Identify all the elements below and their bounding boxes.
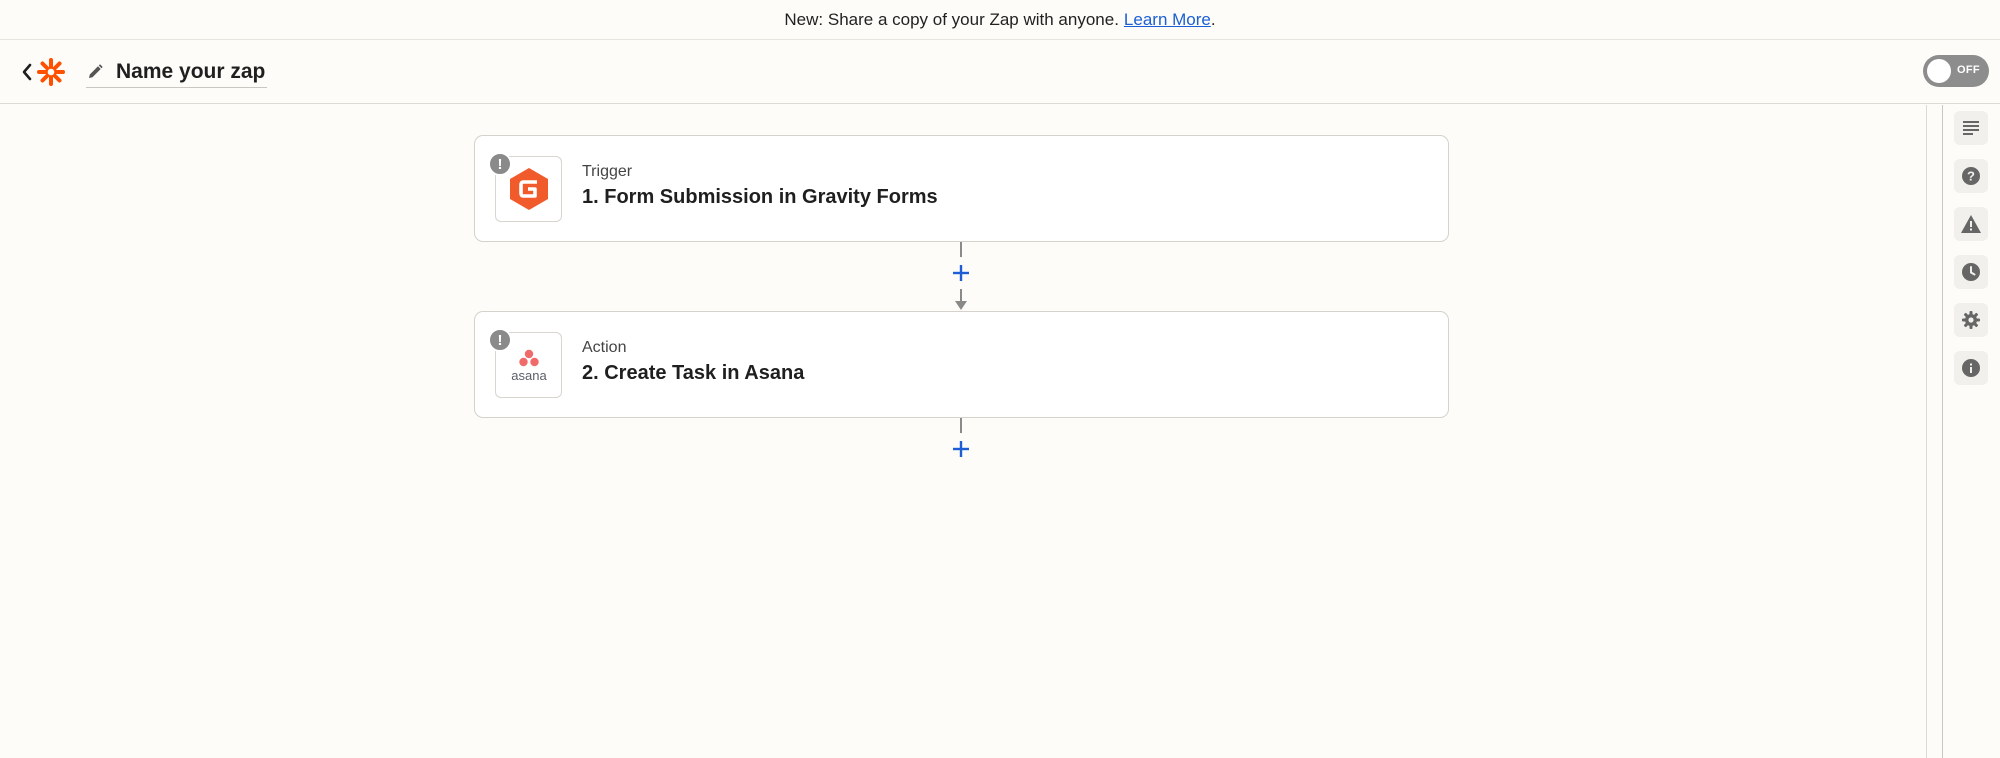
canvas-divider <box>1926 105 1927 758</box>
settings-button[interactable] <box>1954 303 1988 337</box>
chevron-left-icon <box>22 63 32 81</box>
pencil-icon <box>86 62 106 82</box>
help-icon: ? <box>1962 167 1980 185</box>
history-button[interactable] <box>1954 255 1988 289</box>
learn-more-link[interactable]: Learn More <box>1124 10 1211 30</box>
plus-icon <box>953 265 969 281</box>
outline-icon <box>1963 121 1979 135</box>
step-card-trigger[interactable]: ! Trigger 1. Form Submission in Gravity … <box>474 135 1449 242</box>
banner-suffix: . <box>1210 9 1216 29</box>
details-button[interactable] <box>1954 351 1988 385</box>
arrow-down-icon <box>955 301 967 310</box>
warning-badge: ! <box>488 328 512 352</box>
zap-canvas: ! Trigger 1. Form Submission in Gravity … <box>0 105 1926 758</box>
announcement-banner: New: Share a copy of your Zap with anyon… <box>0 0 2000 40</box>
help-button[interactable]: ? <box>1954 159 1988 193</box>
sidebar-divider <box>1942 105 1943 758</box>
alerts-button[interactable] <box>1954 207 1988 241</box>
back-button[interactable] <box>16 60 38 84</box>
asana-logo-icon: asana <box>511 349 547 383</box>
gravity-forms-logo-icon <box>509 168 548 210</box>
step-kind-label: Action <box>582 339 627 356</box>
zapier-asterisk-icon <box>37 58 65 86</box>
zap-on-off-toggle[interactable]: OFF <box>1923 55 1989 87</box>
step-card-action[interactable]: asana ! Action 2. Create Task in Asana <box>474 311 1449 418</box>
step-title: 1. Form Submission in Gravity Forms <box>582 186 938 208</box>
svg-text:?: ? <box>1967 169 1975 184</box>
zap-name-text: Name your zap <box>116 59 266 83</box>
warning-badge: ! <box>488 152 512 176</box>
toggle-knob <box>1927 59 1951 83</box>
alert-icon <box>1961 215 1981 233</box>
banner-text: New: Share a copy of your Zap with anyon… <box>784 9 1119 29</box>
add-step-button[interactable] <box>945 433 977 465</box>
zapier-logo[interactable] <box>37 58 65 86</box>
history-icon <box>1962 263 1980 281</box>
toggle-label: OFF <box>1957 64 1980 76</box>
info-icon <box>1962 359 1980 377</box>
step-title: 2. Create Task in Asana <box>582 362 805 384</box>
zap-name-field[interactable]: Name your zap <box>86 56 268 88</box>
step-kind-label: Trigger <box>582 163 633 180</box>
outline-button[interactable] <box>1954 111 1988 145</box>
settings-icon <box>1962 311 1980 329</box>
plus-icon <box>953 441 969 457</box>
asana-wordmark: asana <box>511 368 547 383</box>
editor-header: Name your zap OFF <box>0 40 2000 104</box>
add-step-button[interactable] <box>945 257 977 289</box>
